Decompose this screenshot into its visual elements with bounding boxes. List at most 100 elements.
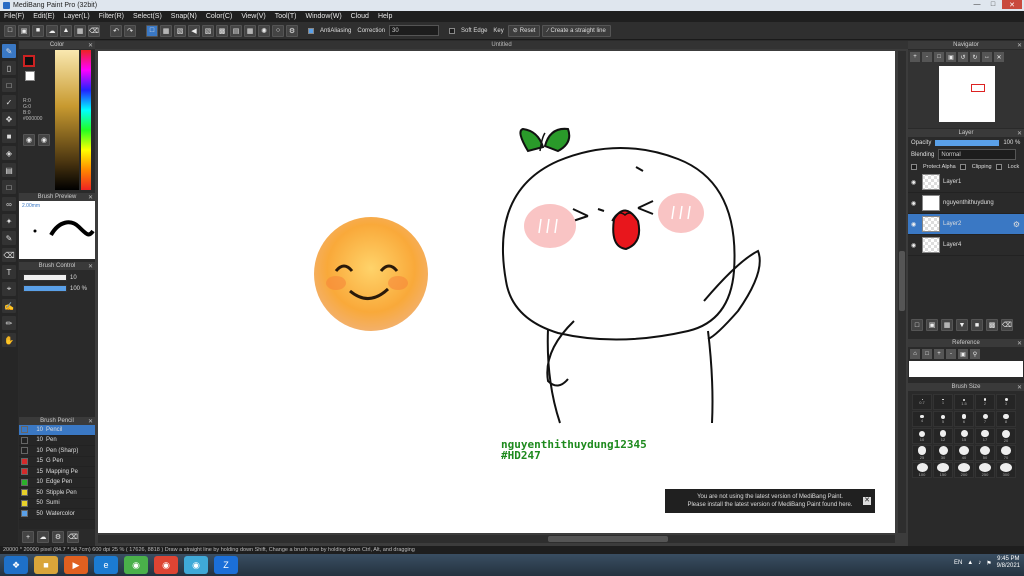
clipping-checkbox[interactable] [959, 164, 966, 170]
gradient-tool-icon[interactable]: ▤ [2, 163, 16, 177]
maximize-icon[interactable]: □ [986, 0, 1000, 9]
internet-explorer-icon[interactable]: e [94, 556, 118, 574]
brush-size-cell[interactable]: 4 [912, 411, 932, 427]
volume-icon[interactable]: ♪ [978, 560, 981, 566]
reset-view-icon[interactable]: ✕ [994, 52, 1004, 62]
brush-size-cell[interactable]: 2 [975, 394, 995, 410]
brush-item[interactable]: 15 G Pen [19, 457, 95, 467]
brush-size-cell[interactable]: 40 [954, 445, 974, 461]
panel-close-icon[interactable]: ✕ [1017, 340, 1022, 347]
straight-line-button[interactable]: ∕ Create a straight line [542, 24, 611, 37]
menu-cloud[interactable]: Cloud [351, 13, 369, 20]
fit-icon[interactable]: □ [934, 52, 944, 62]
brush-item[interactable]: 10 Pen (Sharp) [19, 446, 95, 457]
reference-home-icon[interactable]: ⌂ [910, 349, 920, 359]
horizontal-scroll-thumb[interactable] [548, 536, 668, 542]
reference-zoom-out-icon[interactable]: - [946, 349, 956, 359]
select-pen-tool-icon[interactable]: ✎ [2, 231, 16, 245]
background-color-swatch[interactable] [25, 71, 35, 81]
media-player-icon[interactable]: ▶ [64, 556, 88, 574]
snap-radial-icon[interactable]: ✺ [258, 24, 270, 37]
brush-item[interactable]: 50 Stipple Pen [19, 488, 95, 499]
flip-icon[interactable]: ◀ [188, 24, 200, 37]
actual-size-icon[interactable]: ▣ [946, 52, 956, 62]
green-app-icon[interactable]: ◉ [124, 556, 148, 574]
panel-close-icon[interactable]: ✕ [1017, 42, 1022, 49]
add-brush-icon[interactable]: + [22, 531, 34, 543]
shape-tool-icon[interactable]: ■ [2, 129, 16, 143]
brush-size-cell[interactable]: 1 [933, 394, 953, 410]
vertical-scroll-thumb[interactable] [899, 251, 905, 311]
cloud-save-icon[interactable]: ☁ [46, 24, 58, 37]
brush-size-cell[interactable]: 8 [996, 411, 1016, 427]
vertical-scrollbar[interactable] [898, 51, 906, 533]
snap-settings-icon[interactable]: ⚙ [286, 24, 298, 37]
brush-tool-icon[interactable]: ✎ [2, 44, 16, 58]
dot-tool-icon[interactable]: □ [2, 78, 16, 92]
cloud-brush-icon[interactable]: ☁ [37, 531, 49, 543]
brush-settings-icon[interactable]: ⚙ [52, 531, 64, 543]
duplicate-layer-icon[interactable]: ▦ [941, 319, 953, 331]
brush-size-cell[interactable]: 0.7 [912, 394, 932, 410]
menu-layer[interactable]: Layer(L) [64, 13, 90, 20]
menu-tool[interactable]: Tool(T) [275, 13, 297, 20]
language-indicator[interactable]: EN [954, 560, 962, 566]
snap-parallel-icon[interactable]: ▤ [230, 24, 242, 37]
layer-settings-icon[interactable]: ⚙ [1013, 220, 1020, 229]
new-file-icon[interactable]: □ [4, 24, 16, 37]
export-icon[interactable]: ▲ [60, 24, 72, 37]
notice-close-icon[interactable]: ✕ [863, 497, 871, 505]
protect-alpha-checkbox[interactable] [911, 164, 917, 170]
divide-tool-icon[interactable]: ✏ [2, 316, 16, 330]
brush-size-cell[interactable]: 150 [933, 462, 953, 478]
network-icon[interactable]: ▲ [967, 560, 973, 566]
antialiasing-checkbox[interactable] [308, 27, 314, 34]
clock[interactable]: 9:45 PM 9/8/2021 [997, 556, 1020, 570]
menu-edit[interactable]: Edit(E) [33, 13, 54, 20]
foreground-color-swatch[interactable] [23, 55, 35, 67]
layer-row[interactable]: ◉ nguyenthithuydung [908, 193, 1024, 214]
brush-size-slider[interactable] [23, 274, 67, 281]
horizontal-scrollbar[interactable] [98, 535, 895, 543]
reference-image-icon[interactable]: □ [922, 349, 932, 359]
brush-item[interactable]: 50 Watercolor [19, 509, 95, 520]
panel-close-icon[interactable]: ✕ [88, 263, 93, 270]
reference-area[interactable] [909, 361, 1023, 377]
correction-select[interactable]: 30 [389, 25, 440, 36]
brush-item[interactable]: 10 Pen [19, 436, 95, 446]
layer-opacity-slider[interactable] [935, 140, 1000, 146]
document-tab[interactable]: Untitled [95, 41, 908, 49]
eye-icon[interactable]: ◉ [911, 179, 919, 186]
eye-icon[interactable]: ◉ [911, 221, 919, 228]
panel-close-icon[interactable]: ✕ [88, 42, 93, 49]
layer-row[interactable]: ◉ Layer1 [908, 172, 1024, 193]
brush-size-cell[interactable]: 12 [933, 428, 953, 444]
brush-item[interactable]: 10 Pencil [19, 425, 95, 436]
brush-size-cell[interactable]: 1.5 [954, 394, 974, 410]
menu-help[interactable]: Help [378, 13, 392, 20]
saturation-value-picker[interactable] [55, 50, 79, 190]
menu-window[interactable]: Window(W) [305, 13, 341, 20]
brush-size-cell[interactable]: 30 [933, 445, 953, 461]
move-tool-icon[interactable]: ✥ [2, 112, 16, 126]
lasso-tool-icon[interactable]: ∞ [2, 197, 16, 211]
canvas[interactable]: nguyenthithuydung12345 #HD247 You are no… [98, 51, 895, 533]
snap-cross-icon[interactable]: ▦ [244, 24, 256, 37]
hand-tool-icon[interactable]: ✋ [2, 333, 16, 347]
open-file-icon[interactable]: ▣ [18, 24, 30, 37]
reference-zoom-in-icon[interactable]: + [934, 349, 944, 359]
trash-icon[interactable]: ⌫ [88, 24, 100, 37]
snap-circle-icon[interactable]: ○ [272, 24, 284, 37]
deselect-icon[interactable]: ▦ [160, 24, 172, 37]
brush-size-cell[interactable]: 10 [912, 428, 932, 444]
panel-close-icon[interactable]: ✕ [1017, 384, 1022, 391]
text-tool-icon[interactable]: T [2, 265, 16, 279]
eye-icon[interactable]: ◉ [911, 200, 919, 207]
reference-fit-icon[interactable]: ▣ [958, 349, 968, 359]
panel-close-icon[interactable]: ✕ [88, 418, 93, 425]
zalo-icon[interactable]: Z [214, 556, 238, 574]
navigator-viewport-rect[interactable] [971, 84, 985, 92]
update-notice[interactable]: You are not using the latest version of … [665, 489, 875, 513]
invert-selection-icon[interactable]: ▧ [174, 24, 186, 37]
menu-color[interactable]: Color(C) [206, 13, 232, 20]
